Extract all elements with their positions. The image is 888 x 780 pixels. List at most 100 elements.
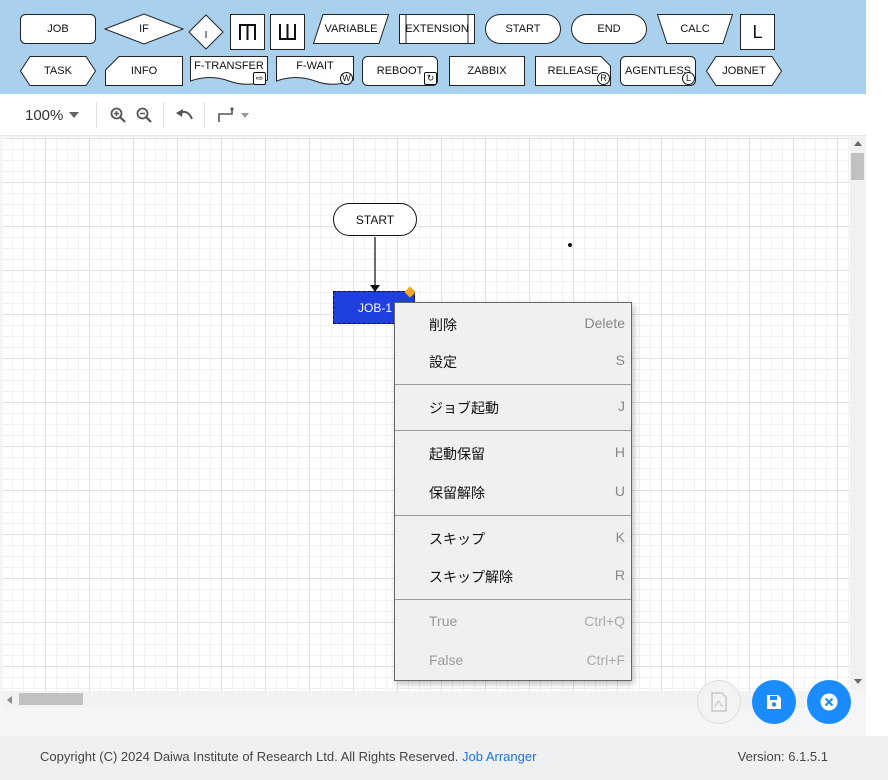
- menu-separator: [395, 599, 631, 600]
- menu-item-unskip[interactable]: スキップ解除 R: [395, 557, 631, 593]
- pdf-icon: [711, 692, 727, 712]
- menu-item-hold[interactable]: 起動保留 H: [395, 434, 631, 470]
- canvas-dot: [568, 243, 572, 247]
- palette-link[interactable]: L: [740, 14, 775, 50]
- palette-release-label: RELEASE: [547, 65, 599, 77]
- zoom-value: 100%: [25, 106, 64, 124]
- palette-f-wait-label: F-WAIT: [296, 60, 334, 72]
- palette-variable[interactable]: VARIABLE: [312, 14, 390, 44]
- scroll-up-icon[interactable]: [854, 141, 862, 146]
- palette-calc[interactable]: CALC: [656, 14, 734, 44]
- zoom-out-icon: [136, 107, 152, 123]
- palette-f-wait[interactable]: F-WAIT W: [276, 56, 354, 86]
- menu-item-true: True Ctrl+Q: [395, 603, 631, 639]
- palette-task-label: TASK: [44, 65, 72, 77]
- menu-item-label: スキップ解除: [429, 569, 513, 585]
- palette-loop-end[interactable]: [270, 14, 305, 50]
- scroll-left-icon[interactable]: [7, 696, 12, 704]
- menu-item-shortcut: U: [614, 483, 625, 499]
- menu-item-shortcut: J: [618, 398, 625, 414]
- palette-reboot-label: REBOOT: [376, 65, 424, 77]
- menu-item-label: 保留解除: [429, 485, 485, 501]
- shape-palette: JOB IF I VARIABLE EXTENSION START END CA…: [0, 0, 866, 94]
- palette-agentless-label: AGENTLESS: [624, 65, 692, 77]
- palette-reboot[interactable]: REBOOT ↻: [362, 56, 438, 86]
- palette-task[interactable]: TASK: [19, 56, 97, 86]
- palette-extension[interactable]: EXTENSION: [399, 14, 475, 44]
- edge-style-select[interactable]: [217, 94, 249, 136]
- menu-item-label: False: [429, 652, 464, 668]
- menu-item-label: True: [429, 613, 458, 629]
- undo-button[interactable]: [176, 94, 194, 136]
- job-node-label: JOB-1: [358, 300, 393, 315]
- menu-item-shortcut: Ctrl+Q: [584, 613, 625, 629]
- palette-zabbix-label: ZABBIX: [467, 65, 507, 77]
- horizontal-scroll-thumb[interactable]: [19, 693, 83, 705]
- chevron-down-icon: [241, 112, 249, 118]
- menu-item-settings[interactable]: 設定 S: [395, 342, 631, 378]
- zoom-select[interactable]: 100%: [25, 94, 80, 136]
- toolbar-divider: [163, 102, 164, 128]
- palette-release[interactable]: RELEASE R: [535, 56, 611, 86]
- palette-agentless[interactable]: AGENTLESS L: [620, 56, 696, 86]
- menu-item-label: スキップ: [429, 531, 485, 547]
- menu-item-shortcut: H: [614, 444, 625, 460]
- menu-item-label: ジョブ起動: [429, 400, 499, 416]
- menu-item-shortcut: S: [615, 352, 625, 368]
- zoom-in-button[interactable]: [110, 94, 126, 136]
- copyright-text: Copyright (C) 2024 Daiwa Institute of Re…: [40, 749, 536, 764]
- wait-icon: W: [340, 72, 353, 85]
- save-button[interactable]: [752, 680, 796, 724]
- menu-item-shortcut: Ctrl+F: [586, 652, 626, 668]
- window-edge: [866, 0, 888, 736]
- palette-start[interactable]: START: [485, 14, 561, 44]
- palette-parallel-label: I: [204, 29, 208, 41]
- toolbar-divider: [204, 102, 205, 128]
- menu-separator: [395, 384, 631, 385]
- palette-jobnet-label: JOBNET: [722, 65, 766, 77]
- menu-item-delete[interactable]: 削除 Delete: [395, 305, 631, 341]
- zoom-out-button[interactable]: [136, 94, 152, 136]
- menu-item-run-job[interactable]: ジョブ起動 J: [395, 388, 631, 424]
- palette-link-label: L: [752, 21, 763, 42]
- vertical-scroll-thumb[interactable]: [851, 153, 864, 180]
- toolbar-divider: [96, 102, 97, 128]
- scroll-down-icon[interactable]: [854, 679, 862, 684]
- menu-separator: [395, 515, 631, 516]
- close-button[interactable]: [807, 680, 851, 724]
- menu-item-skip[interactable]: スキップ K: [395, 519, 631, 555]
- palette-job[interactable]: JOB: [20, 14, 96, 44]
- context-menu: 削除 Delete 設定 S ジョブ起動 J 起動保留 H 保留解除 U スキップ K スキ…: [394, 302, 632, 681]
- palette-info[interactable]: INFO: [105, 56, 183, 86]
- palette-loop-start[interactable]: [230, 14, 265, 50]
- menu-item-label: 設定: [429, 354, 457, 370]
- palette-f-transfer[interactable]: F-TRANSFER ⇨: [190, 56, 268, 86]
- vertical-scrollbar[interactable]: [850, 137, 866, 691]
- undo-icon: [176, 109, 193, 120]
- release-icon: R: [597, 72, 610, 85]
- menu-item-shortcut: R: [614, 567, 625, 583]
- palette-if[interactable]: IF: [103, 13, 185, 45]
- start-node[interactable]: START: [333, 203, 417, 236]
- job-arranger-link[interactable]: Job Arranger: [462, 749, 536, 764]
- palette-info-label: INFO: [130, 65, 158, 77]
- reboot-icon: ↻: [424, 72, 437, 85]
- palette-end[interactable]: END: [571, 14, 647, 44]
- palette-calc-label: CALC: [680, 23, 710, 35]
- menu-item-label: 削除: [429, 317, 457, 333]
- palette-parallel[interactable]: I: [188, 14, 224, 50]
- menu-item-shortcut: Delete: [584, 315, 625, 331]
- palette-extension-label: EXTENSION: [405, 23, 469, 35]
- menu-item-release-hold[interactable]: 保留解除 U: [395, 473, 631, 509]
- palette-job-label: JOB: [47, 23, 69, 35]
- palette-zabbix[interactable]: ZABBIX: [449, 56, 525, 86]
- palette-variable-label: VARIABLE: [324, 23, 378, 35]
- editor-toolbar: 100%: [0, 94, 866, 136]
- palette-if-label: IF: [139, 23, 149, 35]
- footer: Copyright (C) 2024 Daiwa Institute of Re…: [0, 736, 888, 780]
- start-node-label: START: [355, 212, 395, 227]
- jobnet-editor: JOB IF I VARIABLE EXTENSION START END CA…: [0, 0, 888, 780]
- palette-jobnet[interactable]: JOBNET: [705, 56, 783, 86]
- palette-f-transfer-label: F-TRANSFER: [194, 60, 264, 72]
- pdf-export-button[interactable]: [697, 680, 741, 724]
